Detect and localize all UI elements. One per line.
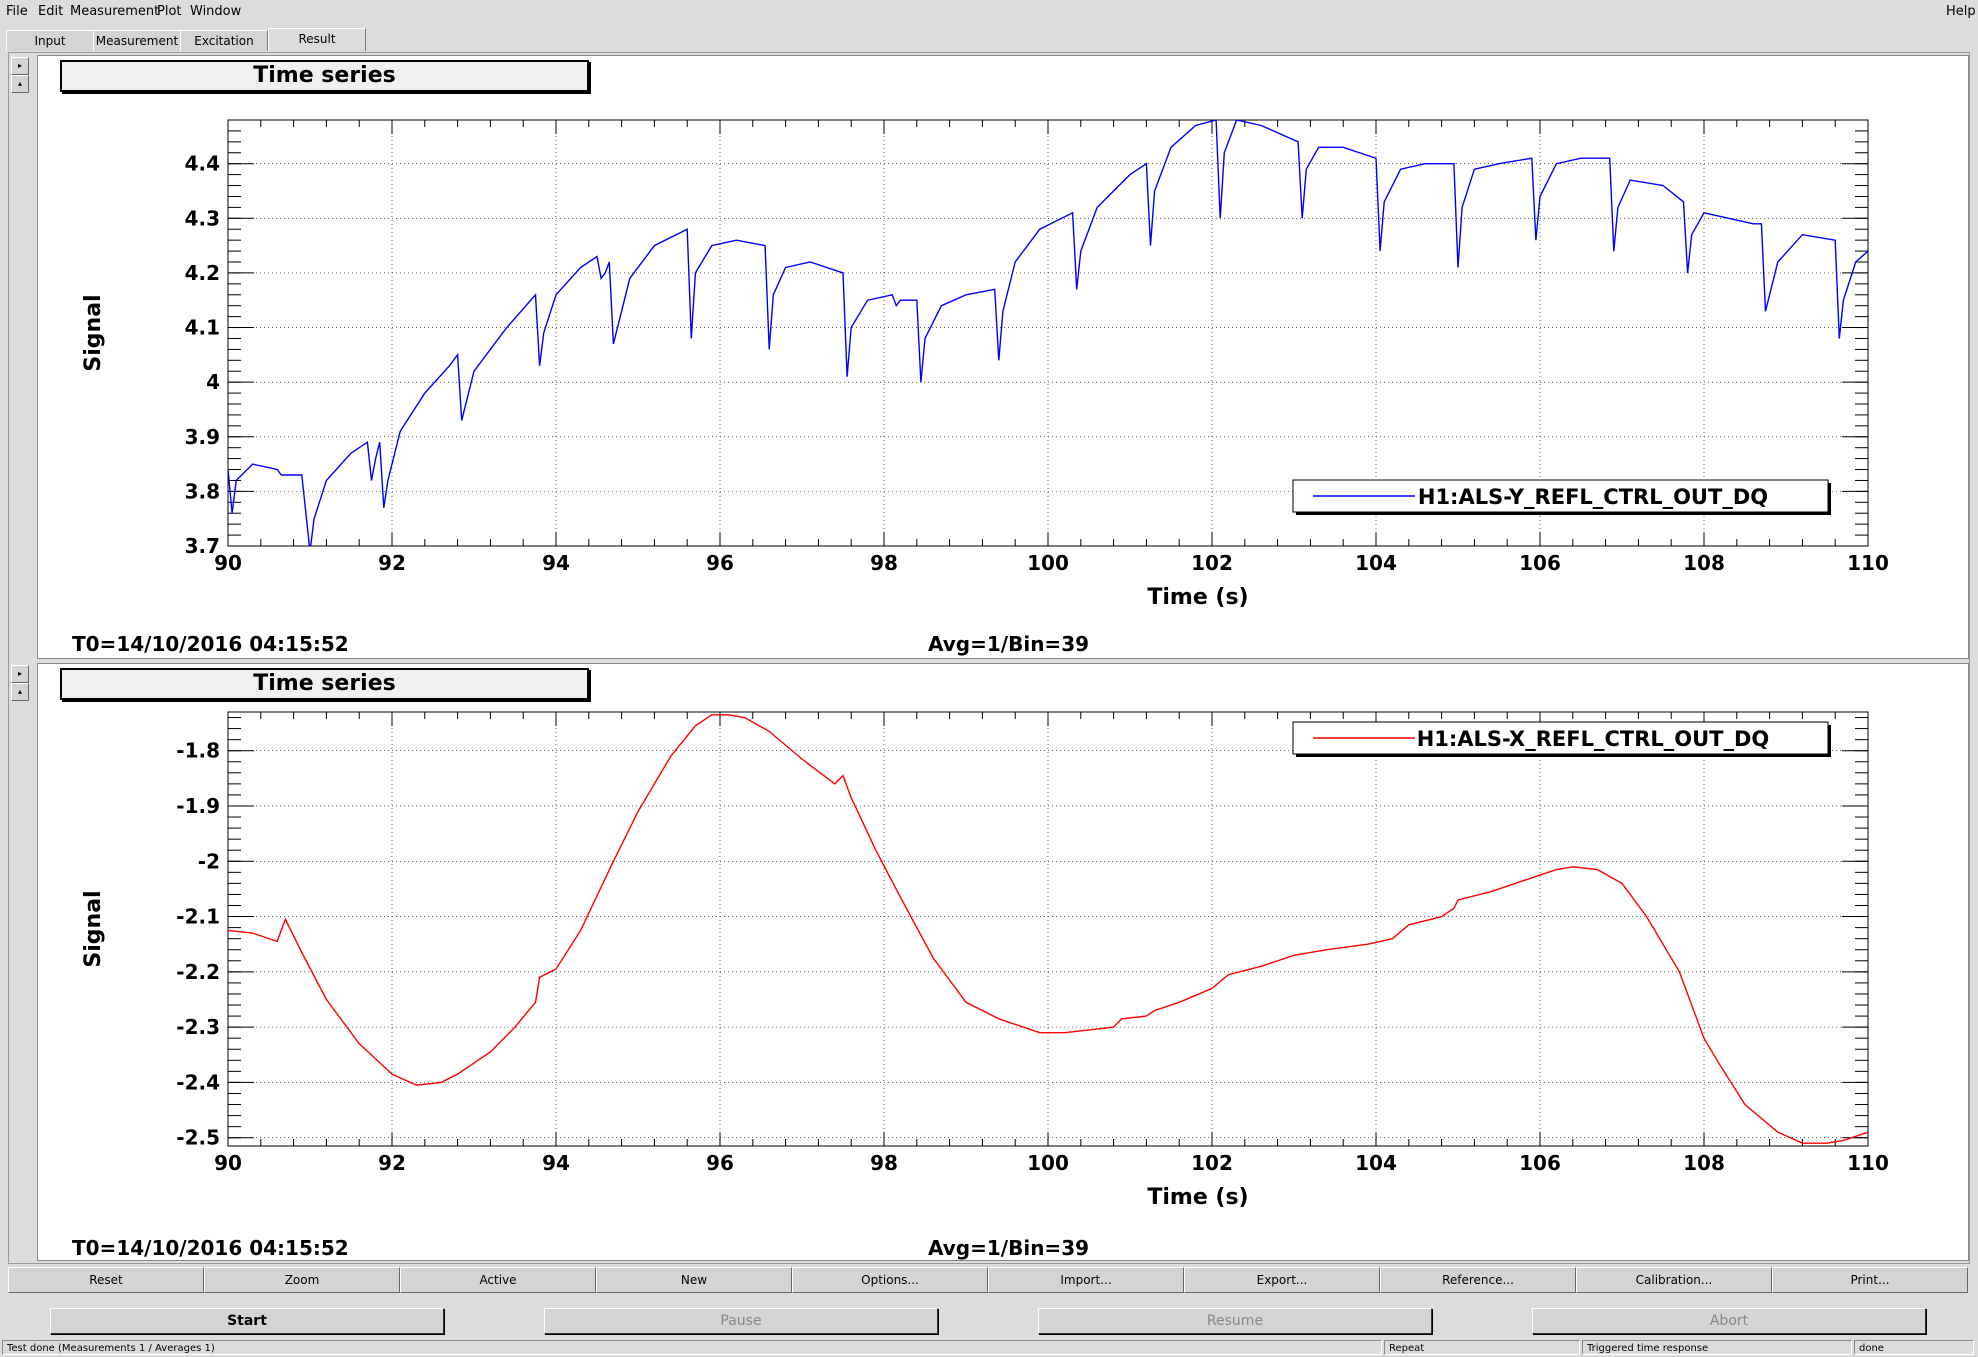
status-bar: Test done (Measurements 1 / Averages 1) … <box>0 1339 1978 1357</box>
plot-pad-1[interactable]: Time series 90 92 94 96 98 100 102 104 106 108 110… <box>37 55 1969 659</box>
calibration-button[interactable]: Calibration... <box>1576 1267 1772 1293</box>
menu-window[interactable]: Window <box>190 4 241 19</box>
x-tick-label: 110 <box>1847 1151 1889 1175</box>
tab-excitation[interactable]: Excitation <box>180 30 268 51</box>
y-tick-label: -2 <box>198 849 220 873</box>
expand-right-icon[interactable]: ▸ <box>11 57 29 75</box>
menu-file[interactable]: File <box>6 4 28 19</box>
x-tick-label: 100 <box>1027 1151 1069 1175</box>
x-tick-label: 106 <box>1519 1151 1561 1175</box>
y-tick-label: 4.3 <box>185 206 220 230</box>
menu-help[interactable]: Help <box>1946 4 1976 19</box>
y-tick-label: 4.4 <box>185 152 220 176</box>
x-axis-title: Time (s) <box>1147 585 1248 610</box>
y-axis-title: Signal <box>81 890 106 967</box>
zoom-button[interactable]: Zoom <box>204 1267 400 1293</box>
x-tick-label: 108 <box>1683 551 1725 575</box>
y-tick-label: 3.7 <box>185 534 220 558</box>
plot-button-row: Reset Zoom Active New Options... Import.… <box>8 1267 1970 1293</box>
start-button[interactable]: Start <box>50 1308 444 1334</box>
time-series-chart-1: 90 92 94 96 98 100 102 104 106 108 1103.73.83.944.… <box>81 119 1889 610</box>
status-repeat: Repeat <box>1384 1340 1580 1355</box>
y-tick-label: -2.3 <box>176 1015 220 1039</box>
x-tick-label: 98 <box>870 551 898 575</box>
tab-bar: Input Measurement Excitation Result <box>0 28 1978 52</box>
y-tick-label: -2.4 <box>176 1070 220 1094</box>
result-panel: ▸ ▴ Time series 90 92 94 96 98 100 102 104 106 10… <box>8 52 1970 1264</box>
x-tick-label: 102 <box>1191 1151 1233 1175</box>
y-tick-label: 4.1 <box>185 316 220 340</box>
menu-edit[interactable]: Edit <box>38 4 63 19</box>
collapse-up-icon[interactable]: ▴ <box>11 75 29 93</box>
x-tick-label: 94 <box>542 551 570 575</box>
plot-pad-2[interactable]: Time series 90 92 94 96 98 100 102 104 106 108 110… <box>37 663 1969 1261</box>
status-mode: Triggered time response <box>1582 1340 1852 1355</box>
x-tick-label: 90 <box>214 1151 242 1175</box>
legend-label: H1:ALS-X_REFL_CTRL_OUT_DQ <box>1417 727 1770 751</box>
pause-button[interactable]: Pause <box>544 1308 938 1334</box>
y-tick-label: 3.9 <box>185 425 220 449</box>
resume-button[interactable]: Resume <box>1038 1308 1432 1334</box>
x-tick-label: 98 <box>870 1151 898 1175</box>
y-tick-label: -1.9 <box>176 794 220 818</box>
x-tick-label: 104 <box>1355 1151 1397 1175</box>
status-state: done <box>1854 1340 1974 1355</box>
reset-button[interactable]: Reset <box>8 1267 204 1293</box>
y-axis-title: Signal <box>81 294 106 371</box>
x-tick-label: 96 <box>706 551 734 575</box>
time-series-chart-2: 90 92 94 96 98 100 102 104 106 108 110 -2.5 -2.4 -2.3… <box>81 711 1889 1210</box>
x-tick-label: 108 <box>1683 1151 1725 1175</box>
legend-label: H1:ALS-Y_REFL_CTRL_OUT_DQ <box>1418 485 1768 509</box>
menu-measurement[interactable]: Measurement <box>70 4 159 19</box>
x-tick-label: 102 <box>1191 551 1233 575</box>
tab-measurement[interactable]: Measurement <box>93 30 181 51</box>
new-button[interactable]: New <box>596 1267 792 1293</box>
x-tick-label: 106 <box>1519 551 1561 575</box>
abort-button[interactable]: Abort <box>1532 1308 1926 1334</box>
y-tick-label: -1.8 <box>176 739 220 763</box>
t0-label: T0=14/10/2016 04:15:52 <box>72 632 349 656</box>
reference-button[interactable]: Reference... <box>1380 1267 1576 1293</box>
y-tick-label: 4.2 <box>185 261 220 285</box>
avg-label: Avg=1/Bin=39 <box>928 1236 1090 1260</box>
x-tick-label: 92 <box>378 1151 406 1175</box>
x-tick-label: 94 <box>542 1151 570 1175</box>
menu-plot[interactable]: Plot <box>157 4 182 19</box>
menu-bar: File Edit Measurement Plot Window Help <box>0 0 1978 26</box>
active-button[interactable]: Active <box>400 1267 596 1293</box>
avg-label: Avg=1/Bin=39 <box>928 632 1090 656</box>
x-axis-title: Time (s) <box>1147 1185 1248 1210</box>
collapse-up-icon[interactable]: ▴ <box>11 683 29 701</box>
x-tick-label: 100 <box>1027 551 1069 575</box>
t0-label: T0=14/10/2016 04:15:52 <box>72 1236 349 1260</box>
status-message: Test done (Measurements 1 / Averages 1) <box>2 1340 1382 1355</box>
x-tick-label: 110 <box>1847 551 1889 575</box>
options-button[interactable]: Options... <box>792 1267 988 1293</box>
print-button[interactable]: Print... <box>1772 1267 1968 1293</box>
y-tick-label: -2.2 <box>176 960 220 984</box>
y-tick-label: -2.1 <box>176 905 220 929</box>
y-tick-label: -2.5 <box>176 1126 220 1150</box>
x-tick-label: 96 <box>706 1151 734 1175</box>
tab-result[interactable]: Result <box>268 28 366 51</box>
x-tick-label: 104 <box>1355 551 1397 575</box>
y-tick-label: 3.8 <box>185 479 220 503</box>
import-button[interactable]: Import... <box>988 1267 1184 1293</box>
tab-input[interactable]: Input <box>6 30 94 51</box>
export-button[interactable]: Export... <box>1184 1267 1380 1293</box>
y-tick-label: 4 <box>206 370 220 394</box>
x-tick-label: 92 <box>378 551 406 575</box>
expand-right-icon[interactable]: ▸ <box>11 665 29 683</box>
